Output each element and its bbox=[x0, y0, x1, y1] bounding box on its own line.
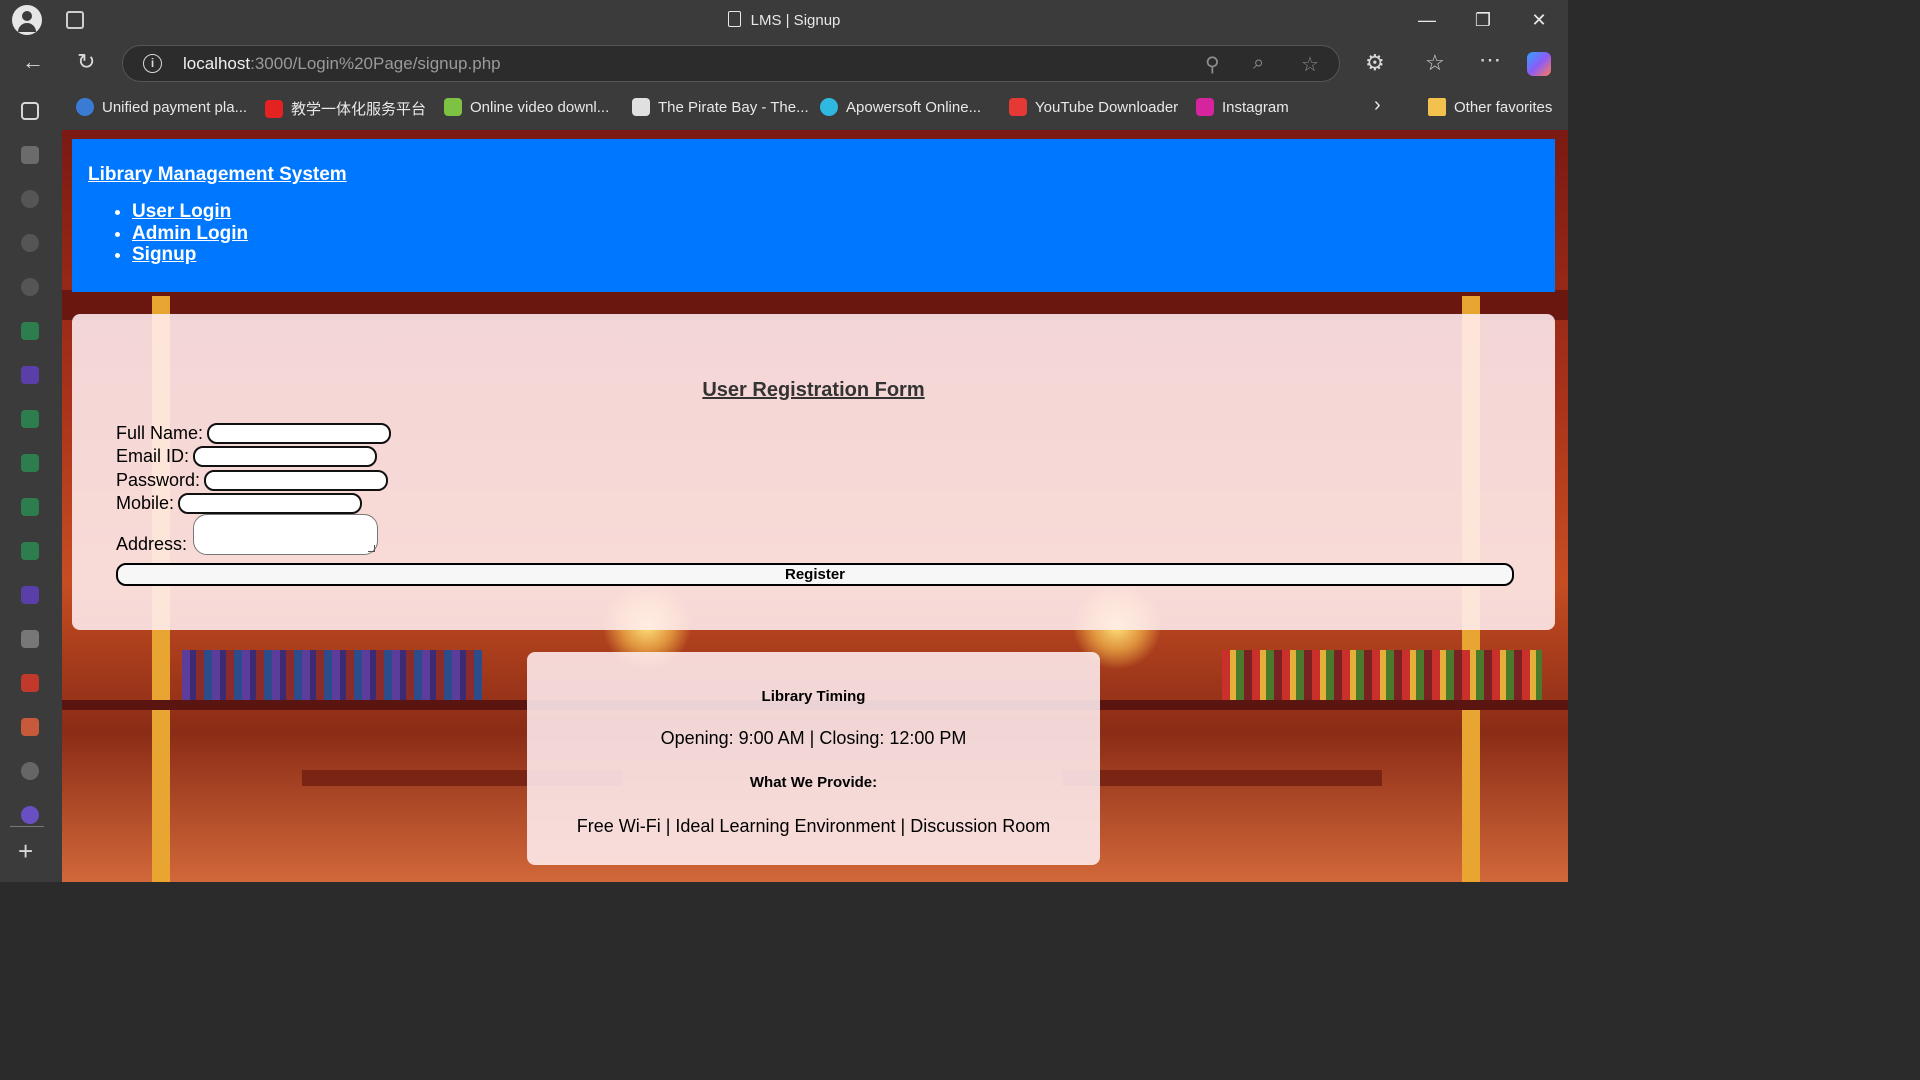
sidebar-app-icon[interactable] bbox=[21, 542, 39, 560]
admin-login-link[interactable]: Admin Login bbox=[132, 223, 248, 244]
address-textarea[interactable] bbox=[193, 514, 379, 555]
full-name-input[interactable] bbox=[207, 423, 392, 444]
nav-item-admin-login: Admin Login bbox=[132, 223, 248, 245]
email-row: Email ID: bbox=[116, 446, 378, 467]
more-menu-icon[interactable]: ⋯ bbox=[1479, 49, 1501, 71]
background-books bbox=[1222, 650, 1542, 700]
copilot-icon[interactable] bbox=[1527, 52, 1551, 76]
sidebar-app-icon[interactable] bbox=[21, 806, 39, 824]
sidebar-app-icon[interactable] bbox=[21, 410, 39, 428]
minimize-button[interactable]: — bbox=[1414, 8, 1440, 32]
w3schools-icon[interactable] bbox=[21, 630, 39, 648]
signup-link[interactable]: Signup bbox=[132, 244, 196, 265]
what-we-provide-text: Free Wi-Fi | Ideal Learning Environment … bbox=[576, 816, 1051, 836]
email-input[interactable] bbox=[193, 446, 378, 467]
library-info-card: Library Timing Opening: 9:00 AM | Closin… bbox=[527, 652, 1100, 865]
site-header: Library Management System User Login Adm… bbox=[72, 139, 1555, 292]
github-icon[interactable] bbox=[21, 234, 39, 252]
bookmark-pirate-bay[interactable]: The Pirate Bay - The... bbox=[632, 98, 809, 116]
background-books bbox=[182, 650, 482, 700]
password-row: Password: bbox=[116, 470, 389, 491]
folder-icon bbox=[1428, 98, 1446, 116]
bookmarks-bar: Unified payment pla... 教学一体化服务平台 Online … bbox=[62, 86, 1568, 130]
edge-sidebar: + bbox=[0, 86, 62, 882]
sidebar-app-icon[interactable] bbox=[21, 718, 39, 736]
brand-link[interactable]: Library Management System bbox=[88, 164, 347, 186]
main-nav: User Login Admin Login Signup bbox=[114, 201, 248, 266]
password-input[interactable] bbox=[204, 470, 389, 491]
favorites-icon[interactable]: ☆ bbox=[1425, 52, 1445, 74]
bookmark-instagram[interactable]: Instagram bbox=[1196, 98, 1289, 116]
document-icon bbox=[727, 11, 741, 27]
email-label: Email ID: bbox=[116, 446, 190, 466]
site-info-icon[interactable]: i bbox=[143, 54, 162, 73]
instagram-icon bbox=[1196, 98, 1214, 116]
bookmark-favicon-icon bbox=[444, 98, 462, 116]
extensions-icon[interactable]: ⚙ bbox=[1365, 52, 1385, 74]
bookmark-favicon-icon bbox=[76, 98, 94, 116]
form-title: User Registration Form bbox=[702, 379, 925, 401]
gmail-icon[interactable] bbox=[21, 674, 39, 692]
zoom-icon[interactable]: ⌕ bbox=[1253, 52, 1264, 75]
bookmark-video-downloader[interactable]: Online video downl... bbox=[444, 98, 609, 116]
bookmark-favicon-icon bbox=[265, 99, 283, 118]
mobile-row: Mobile: bbox=[116, 493, 363, 514]
full-name-row: Full Name: bbox=[116, 423, 392, 444]
sidebar-app-icon[interactable] bbox=[21, 322, 39, 340]
nav-item-signup: Signup bbox=[132, 244, 248, 266]
refresh-icon[interactable]: ↻ bbox=[77, 51, 95, 73]
mobile-label: Mobile: bbox=[116, 493, 175, 513]
bookmark-apowersoft[interactable]: Apowersoft Online... bbox=[820, 98, 981, 116]
vertical-tabs-icon[interactable] bbox=[21, 102, 39, 120]
bookmark-favicon-icon bbox=[632, 98, 650, 116]
bookmark-teaching-platform[interactable]: 教学一体化服务平台 bbox=[265, 98, 426, 119]
mobile-input[interactable] bbox=[178, 493, 363, 514]
window-title: LMS | Signup bbox=[0, 11, 1568, 29]
bookmark-favicon-icon bbox=[1009, 98, 1027, 116]
background-desk bbox=[1062, 770, 1382, 786]
more-bookmarks-chevron-icon[interactable]: › bbox=[1374, 94, 1381, 117]
other-favorites[interactable]: Other favorites bbox=[1428, 98, 1552, 116]
github-icon[interactable] bbox=[21, 278, 39, 296]
sidebar-divider bbox=[10, 826, 44, 827]
password-key-icon[interactable]: ⚲ bbox=[1205, 52, 1220, 77]
address-label: Address: bbox=[116, 534, 188, 554]
star-icon[interactable]: ☆ bbox=[1301, 52, 1319, 77]
full-name-label: Full Name: bbox=[116, 423, 204, 443]
bookmark-youtube-downloader[interactable]: YouTube Downloader bbox=[1009, 98, 1178, 116]
github-icon[interactable] bbox=[21, 190, 39, 208]
restore-button[interactable]: ❐ bbox=[1470, 8, 1496, 32]
page-viewport: Library Management System User Login Adm… bbox=[62, 130, 1568, 882]
close-button[interactable]: ✕ bbox=[1526, 8, 1552, 32]
sidebar-app-icon[interactable] bbox=[21, 454, 39, 472]
url-text[interactable]: localhost:3000/Login%20Page/signup.php bbox=[183, 54, 501, 74]
register-button[interactable]: Register bbox=[116, 563, 1514, 586]
sidebar-app-icon[interactable] bbox=[21, 366, 39, 384]
user-login-link[interactable]: User Login bbox=[132, 201, 231, 222]
bookmark-favicon-icon bbox=[820, 98, 838, 116]
sidebar-app-icon[interactable] bbox=[21, 498, 39, 516]
password-label: Password: bbox=[116, 470, 201, 490]
back-arrow-icon[interactable]: ← bbox=[22, 51, 44, 73]
add-icon[interactable]: + bbox=[18, 836, 33, 867]
nav-item-user-login: User Login bbox=[132, 201, 248, 223]
address-row: Address: bbox=[116, 514, 379, 555]
address-bar[interactable]: i localhost:3000/Login%20Page/signup.php… bbox=[122, 45, 1340, 82]
sidebar-app-icon[interactable] bbox=[21, 146, 39, 164]
bookmark-unified-payment[interactable]: Unified payment pla... bbox=[76, 98, 247, 116]
registration-form: User Registration Form Full Name: Email … bbox=[72, 314, 1555, 630]
sidebar-app-icon[interactable] bbox=[21, 762, 39, 780]
title-bar: LMS | Signup — ❐ ✕ bbox=[0, 0, 1568, 40]
sidebar-app-icon[interactable] bbox=[21, 586, 39, 604]
what-we-provide-heading: What We Provide: bbox=[749, 774, 878, 791]
library-timing-text: Opening: 9:00 AM | Closing: 12:00 PM bbox=[660, 728, 967, 748]
library-timing-heading: Library Timing bbox=[761, 688, 866, 705]
